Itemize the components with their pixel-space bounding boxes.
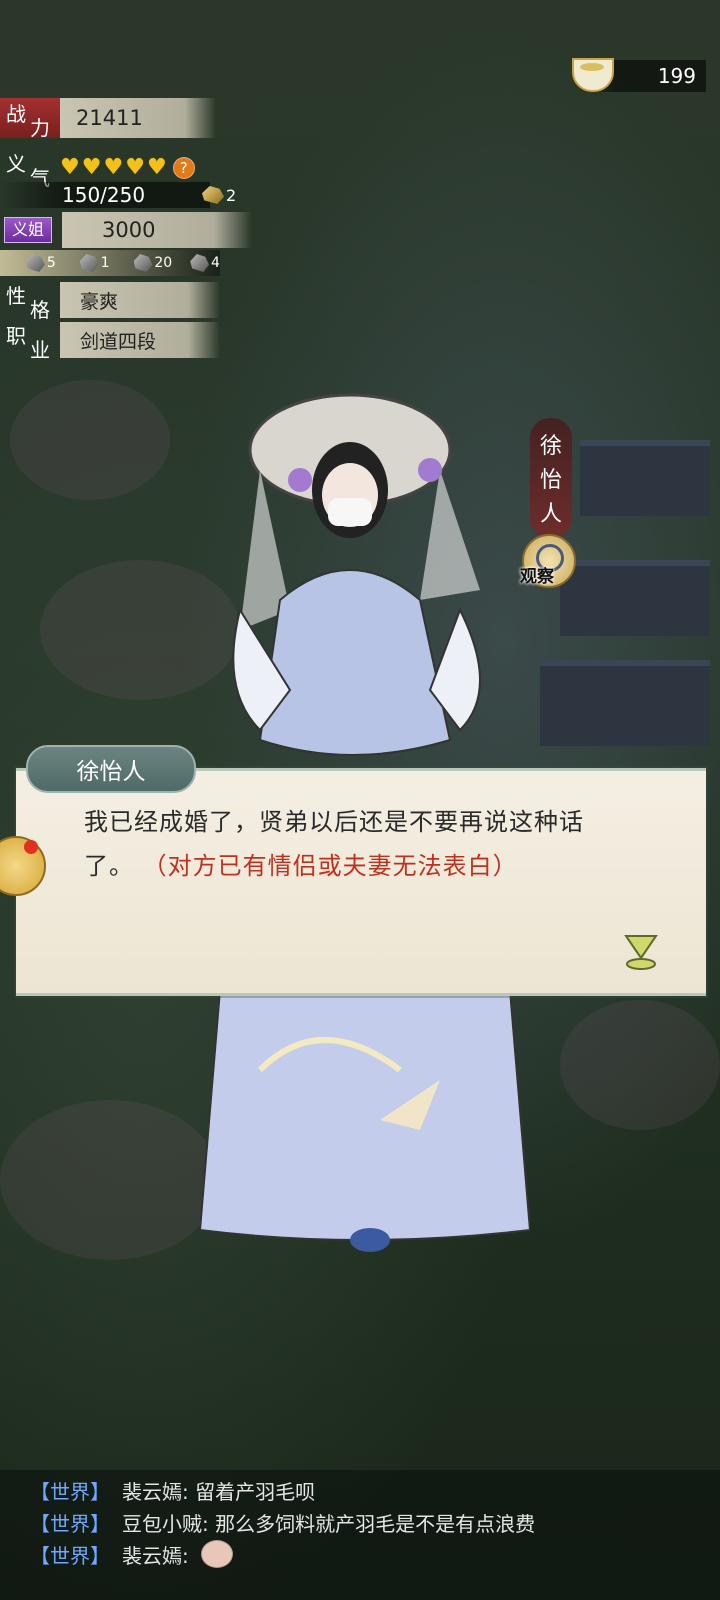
building (540, 660, 710, 746)
stone-icon[interactable] (26, 254, 45, 272)
chat-channel: 【世界】 (30, 1544, 110, 1568)
bowl-icon (572, 58, 614, 92)
chat-message: 裴云嫣: (122, 1544, 189, 1568)
personality-value: 豪爽 (60, 282, 220, 318)
dialog-speaker-name: 徐怡人 (26, 745, 196, 793)
currency-display: 199 (572, 58, 706, 92)
gift-items-row: 5 1 20 4 (0, 250, 220, 276)
stat-sister: 义姐 3000 (0, 212, 252, 248)
help-icon[interactable]: ? (172, 157, 195, 179)
heart-icon: ♥ (146, 155, 167, 180)
stone-count: 5 (46, 255, 56, 271)
loyalty-progress-text: 150/250 (0, 182, 210, 208)
profession-value: 剑道四段 (60, 322, 220, 358)
gold-rock-count: 2 (226, 185, 237, 205)
stone-icon[interactable] (190, 254, 210, 272)
loyalty-progress-row: 150/250 2 (0, 182, 236, 208)
heart-icon: ♥ (103, 155, 124, 180)
blossom-tree (560, 1000, 720, 1130)
chat-channel: 【世界】 (30, 1480, 110, 1504)
stone-count: 20 (154, 255, 173, 271)
stat-power-label: 战 力 (0, 98, 60, 140)
dialog-text: 我已经成婚了，贤弟以后还是不要再说这种话了。 （对方已有情侣或夫妻无法表白） (84, 800, 624, 888)
stat-profession-label: 职 业 (6, 324, 50, 362)
blossom-tree (10, 380, 170, 500)
chat-line: 【世界】 裴云嫣: 留着产羽毛呗 (30, 1476, 315, 1505)
world-chat-panel[interactable]: 【世界】 裴云嫣: 留着产羽毛呗 【世界】 豆包小贼: 那么多饲料就产羽毛是不是… (0, 1470, 720, 1600)
stone-count: 1 (100, 255, 110, 271)
next-arrow-icon[interactable] (624, 932, 658, 972)
chat-message: 裴云嫣: 留着产羽毛呗 (122, 1480, 316, 1504)
chat-channel: 【世界】 (30, 1512, 110, 1536)
chat-line: 【世界】 裴云嫣: (30, 1540, 233, 1569)
stone-icon[interactable] (133, 254, 153, 272)
stone-count: 4 (211, 255, 220, 271)
blossom-tree (0, 1100, 220, 1260)
chat-line: 【世界】 豆包小贼: 那么多饲料就产羽毛是不是有点浪费 (30, 1508, 535, 1537)
stat-personality-label: 性 格 (6, 284, 50, 322)
dialog-note: （对方已有情侣或夫妻无法表白） (142, 852, 518, 880)
building (580, 440, 710, 516)
sister-value: 3000 (62, 212, 252, 248)
heart-icon: ♥ (60, 155, 80, 180)
stone-icon[interactable] (79, 254, 99, 272)
loyalty-hearts: ♥ ♥ ♥ ♥ ♥ ? (60, 157, 195, 179)
stat-personality: 性 格 豪爽 (0, 280, 220, 322)
sister-badge: 义姐 (4, 217, 52, 243)
building (560, 560, 710, 636)
stat-power-value: 21411 (60, 98, 216, 138)
chat-message: 豆包小贼: 那么多饲料就产羽毛是不是有点浪费 (122, 1512, 536, 1536)
heart-icon: ♥ (125, 155, 145, 180)
heart-icon: ♥ (81, 155, 102, 180)
currency-value: 199 (657, 64, 696, 88)
stat-power: 战 力 21411 (0, 98, 216, 140)
npc-name-tag[interactable]: 徐 怡 人 (530, 418, 572, 538)
notification-dot (24, 840, 38, 854)
emoji-icon (200, 1540, 233, 1568)
stat-profession: 职 业 剑道四段 (0, 320, 220, 362)
